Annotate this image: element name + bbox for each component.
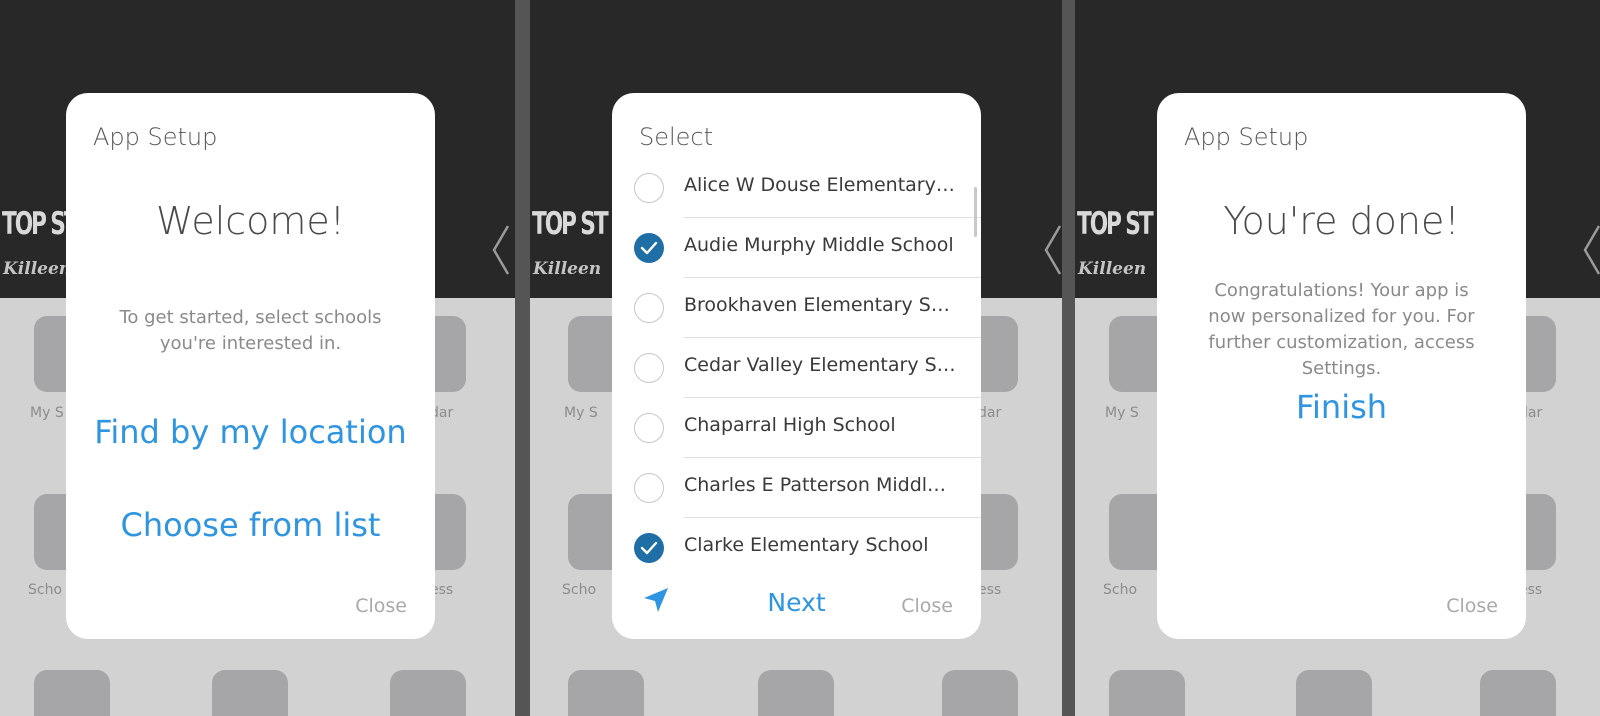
dialog-title: App Setup [1184,123,1309,151]
background-subtitle: Killeen [1078,259,1147,279]
tile-label: My S [564,405,598,421]
tile-label: Scho [562,582,597,598]
dialog-title: App Setup [93,123,218,151]
scrollbar[interactable] [974,187,977,237]
dialog-title: Select [639,123,714,151]
app-tile [942,670,1018,716]
unchecked-radio-icon[interactable] [634,353,664,383]
background-subtitle: Killeen [3,259,72,279]
setup-screen-welcome: TOP ST Killeen My S dar Scho ess App Set… [0,0,515,716]
tile-label: My S [1105,405,1139,421]
school-list-item[interactable]: Audie Murphy Middle School [612,218,981,278]
school-list-item[interactable]: Clarke Elementary School [612,518,981,578]
close-button[interactable]: Close [901,595,953,617]
app-tile [1296,670,1372,716]
tile-label: dar [978,405,1002,421]
choose-from-list-button[interactable]: Choose from list [66,506,435,544]
school-name: Brookhaven Elementary School [684,294,956,316]
unchecked-radio-icon[interactable] [634,473,664,503]
school-list-item[interactable]: Cedar Valley Elementary School [612,338,981,398]
school-list-item[interactable]: Alice W Douse Elementary Sch... [612,158,981,218]
checked-radio-icon[interactable] [634,533,664,563]
background-title: TOP ST [532,206,609,242]
close-button[interactable]: Close [355,595,407,617]
school-name: Chaparral High School [684,414,896,436]
unchecked-radio-icon[interactable] [634,413,664,443]
app-tile [212,670,288,716]
close-button[interactable]: Close [1446,595,1498,617]
school-name: Alice W Douse Elementary Sch... [684,174,956,196]
done-description: Congratulations! Your app is now persona… [1208,280,1475,379]
app-tile [1109,670,1185,716]
unchecked-radio-icon[interactable] [634,173,664,203]
school-list-item[interactable]: Brookhaven Elementary School [612,278,981,338]
chevron-left-icon [1040,220,1062,280]
tile-label: Scho [1103,582,1138,598]
school-name: Clarke Elementary School [684,534,929,556]
background-title: TOP ST [1077,206,1154,242]
tile-label: Scho [28,582,63,598]
school-list-item[interactable]: Chaparral High School [612,398,981,458]
finish-button[interactable]: Finish [1157,388,1526,426]
setup-screen-select: TOP ST Killeen My S dar Scho ess Select … [530,0,1062,716]
setup-screen-done: TOP ST Killeen My S dar Scho ess App Set… [1075,0,1600,716]
find-by-location-button[interactable]: Find by my location [66,413,435,451]
welcome-description: To get started, select schools you're in… [119,307,382,354]
app-tile [390,670,466,716]
tile-label: ess [978,582,1002,598]
tile-label: My S [30,405,64,421]
done-heading: You're done! [1223,199,1460,243]
school-name: Audie Murphy Middle School [684,234,954,256]
background-subtitle: Killeen [533,259,602,279]
setup-dialog: App Setup Welcome! To get started, selec… [66,93,435,639]
school-name: Charles E Patterson Middle Sc... [684,474,956,496]
welcome-heading: Welcome! [155,199,346,243]
app-tile [34,670,110,716]
setup-dialog: App Setup You're done! Congratulations! … [1157,93,1526,639]
app-tile [758,670,834,716]
chevron-left-icon [1579,220,1600,280]
chevron-left-icon [488,220,512,280]
checked-radio-icon[interactable] [634,233,664,263]
school-name: Cedar Valley Elementary School [684,354,956,376]
unchecked-radio-icon[interactable] [634,293,664,323]
select-school-dialog: Select Alice W Douse Elementary Sch... Au… [612,93,981,639]
app-tile [568,670,644,716]
school-list-item[interactable]: Charles E Patterson Middle Sc... [612,458,981,518]
app-tile [1480,670,1556,716]
